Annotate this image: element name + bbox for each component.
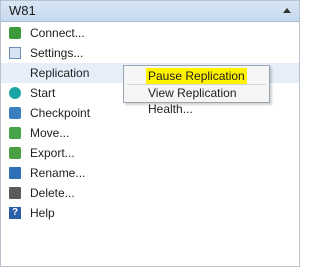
export-icon — [9, 147, 21, 159]
replication-submenu: Pause Replication View Replication Healt… — [123, 65, 270, 116]
menu-item-move[interactable]: Move... — [1, 123, 299, 143]
checkpoint-icon — [9, 107, 21, 119]
menu-item-label: Rename... — [30, 166, 86, 180]
menu-item-label: Start — [30, 86, 56, 100]
move-icon — [9, 127, 21, 139]
menu-item-help[interactable]: ? Help — [1, 203, 299, 223]
menu-item-label: Settings... — [30, 46, 84, 60]
connect-icon — [9, 27, 21, 39]
panel-header[interactable]: W81 — [1, 1, 299, 22]
submenu-item-view-replication-health[interactable]: View Replication Health... — [127, 84, 266, 116]
help-icon: ? — [9, 207, 21, 219]
menu-item-label: Checkpoint — [30, 106, 91, 120]
menu-item-connect[interactable]: Connect... — [1, 23, 299, 43]
start-icon — [9, 87, 21, 99]
submenu-item-label: Pause Replication — [146, 68, 247, 84]
menu-item-label: Delete... — [30, 186, 75, 200]
delete-icon — [9, 187, 21, 199]
menu-item-label: Connect... — [30, 26, 85, 40]
menu-item-label: Replication — [30, 66, 90, 80]
menu-item-label: Help — [30, 206, 55, 220]
vm-name-title: W81 — [9, 3, 36, 18]
rename-icon — [9, 167, 21, 179]
menu-item-label: Move... — [30, 126, 70, 140]
menu-item-label: Export... — [30, 146, 75, 160]
menu-item-settings[interactable]: Settings... — [1, 43, 299, 63]
actions-menu: Connect... Settings... Replication Start… — [1, 23, 299, 223]
settings-icon — [9, 47, 21, 59]
submenu-item-pause-replication[interactable]: Pause Replication — [127, 68, 266, 84]
actions-panel: W81 Connect... Settings... Replication S… — [0, 0, 300, 267]
collapse-arrow-icon[interactable] — [283, 8, 291, 13]
menu-item-rename[interactable]: Rename... — [1, 163, 299, 183]
submenu-item-label: View Replication Health... — [148, 86, 237, 116]
menu-item-export[interactable]: Export... — [1, 143, 299, 163]
menu-item-delete[interactable]: Delete... — [1, 183, 299, 203]
